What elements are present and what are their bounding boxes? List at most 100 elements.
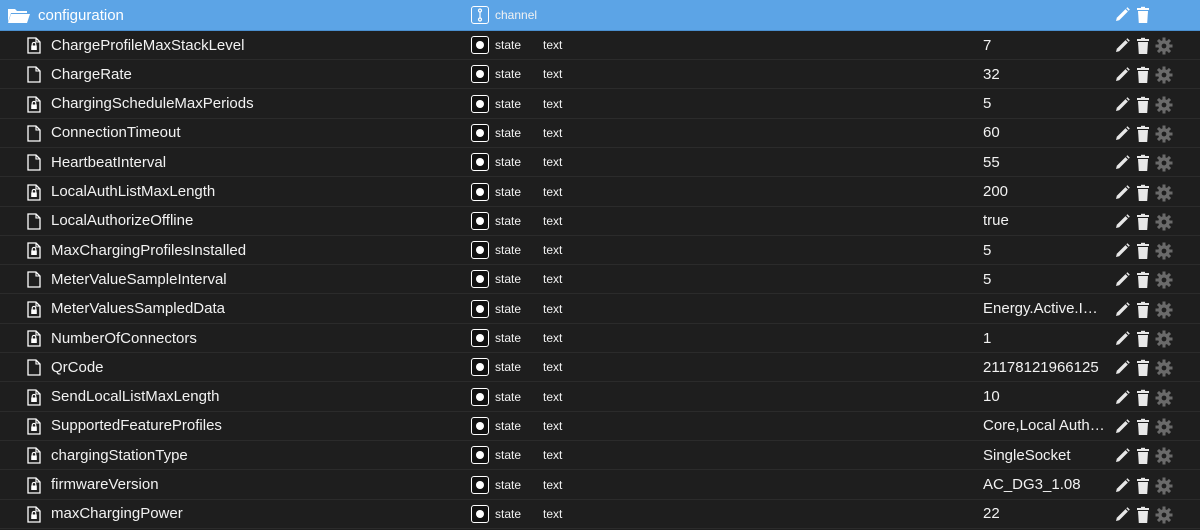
tree-row-meter-value-sample-interval[interactable]: MeterValueSampleInterval state text 5 bbox=[0, 265, 1200, 295]
pencil-icon[interactable] bbox=[1113, 96, 1131, 114]
state-value[interactable]: 1 bbox=[983, 330, 1107, 347]
trash-icon[interactable] bbox=[1134, 37, 1152, 55]
file-lock-icon bbox=[27, 37, 41, 54]
state-value[interactable]: true bbox=[983, 212, 1107, 229]
state-type-icon bbox=[471, 416, 489, 435]
state-value[interactable]: Energy.Active.Im... bbox=[983, 300, 1107, 317]
state-value[interactable]: Core,Local Auth L... bbox=[983, 417, 1107, 434]
gear-icon[interactable] bbox=[1155, 184, 1173, 202]
tree-row-charge-rate[interactable]: ChargeRate state text 32 bbox=[0, 60, 1200, 90]
pencil-icon[interactable] bbox=[1113, 213, 1131, 231]
gear-icon[interactable] bbox=[1155, 359, 1173, 377]
trash-icon[interactable] bbox=[1134, 213, 1152, 231]
gear-icon[interactable] bbox=[1155, 125, 1173, 143]
tree-row-send-local-list-max-length[interactable]: SendLocalListMaxLength state text 10 bbox=[0, 383, 1200, 412]
pencil-icon[interactable] bbox=[1113, 301, 1131, 319]
trash-icon[interactable] bbox=[1134, 184, 1152, 202]
state-name: QrCode bbox=[51, 358, 104, 376]
state-value[interactable]: 7 bbox=[983, 37, 1107, 54]
tree-row-max-charging-power[interactable]: maxChargingPower state text 22 bbox=[0, 500, 1200, 529]
trash-icon[interactable] bbox=[1134, 389, 1152, 407]
trash-icon[interactable] bbox=[1134, 242, 1152, 260]
gear-icon[interactable] bbox=[1155, 506, 1173, 524]
trash-icon[interactable] bbox=[1134, 359, 1152, 377]
pencil-icon[interactable] bbox=[1113, 184, 1131, 202]
trash-icon[interactable] bbox=[1134, 447, 1152, 465]
row-actions bbox=[1113, 154, 1173, 172]
pencil-icon[interactable] bbox=[1113, 447, 1131, 465]
pencil-icon[interactable] bbox=[1113, 37, 1131, 55]
file-lock-icon bbox=[27, 95, 41, 113]
trash-icon[interactable] bbox=[1134, 66, 1152, 84]
tree-row-charge-profile-max-stack-level[interactable]: ChargeProfileMaxStackLevel state text 7 bbox=[0, 31, 1200, 60]
state-value[interactable]: AC_DG3_1.08 bbox=[983, 476, 1107, 493]
pencil-icon[interactable] bbox=[1113, 477, 1131, 495]
pencil-icon[interactable] bbox=[1113, 418, 1131, 436]
gear-icon[interactable] bbox=[1155, 447, 1173, 465]
trash-icon[interactable] bbox=[1134, 506, 1152, 524]
state-name: ChargingScheduleMaxPeriods bbox=[51, 95, 254, 113]
gear-icon[interactable] bbox=[1155, 301, 1173, 319]
tree-row-configuration[interactable]: configuration channel bbox=[0, 0, 1200, 31]
state-value[interactable]: 60 bbox=[983, 124, 1107, 141]
pencil-icon[interactable] bbox=[1113, 271, 1131, 289]
state-value[interactable]: 22 bbox=[983, 505, 1107, 522]
gear-icon[interactable] bbox=[1155, 154, 1173, 172]
tree-row-charging-schedule-max-periods[interactable]: ChargingScheduleMaxPeriods state text 5 bbox=[0, 90, 1200, 119]
pencil-icon[interactable] bbox=[1113, 389, 1131, 407]
state-value[interactable]: 5 bbox=[983, 95, 1107, 112]
tree-row-local-auth-list-max-length[interactable]: LocalAuthListMaxLength state text 200 bbox=[0, 178, 1200, 207]
state-value[interactable]: 55 bbox=[983, 154, 1107, 171]
pencil-icon[interactable] bbox=[1113, 6, 1131, 24]
state-value[interactable]: 21178121966125 bbox=[983, 359, 1107, 376]
state-role: text bbox=[543, 213, 563, 228]
gear-icon[interactable] bbox=[1155, 37, 1173, 55]
tree-row-meter-values-sampled-data[interactable]: MeterValuesSampledData state text Energy.Ac… bbox=[0, 295, 1200, 324]
trash-icon[interactable] bbox=[1134, 154, 1152, 172]
gear-icon[interactable] bbox=[1155, 330, 1173, 348]
state-type-label: state bbox=[495, 96, 522, 111]
gear-icon[interactable] bbox=[1155, 242, 1173, 260]
pencil-icon[interactable] bbox=[1113, 506, 1131, 524]
pencil-icon[interactable] bbox=[1113, 66, 1131, 84]
state-role: text bbox=[543, 331, 563, 345]
gear-icon[interactable] bbox=[1155, 213, 1173, 231]
tree-row-connection-timeout[interactable]: ConnectionTimeout state text 60 bbox=[0, 119, 1200, 148]
state-value[interactable]: SingleSocket bbox=[983, 447, 1107, 464]
tree-row-charging-station-type[interactable]: chargingStationType state text SingleSocket bbox=[0, 441, 1200, 471]
tree-row-max-charging-profiles-installed[interactable]: MaxChargingProfilesInstalled state text 5 bbox=[0, 236, 1200, 266]
tree-row-qr-code[interactable]: QrCode state text 21178121966125 bbox=[0, 353, 1200, 383]
trash-icon[interactable] bbox=[1134, 477, 1152, 495]
trash-icon[interactable] bbox=[1134, 301, 1152, 319]
tree-row-supported-feature-profiles[interactable]: SupportedFeatureProfiles state text Core,Lo… bbox=[0, 412, 1200, 441]
folder-open-icon[interactable] bbox=[7, 7, 31, 24]
trash-icon[interactable] bbox=[1134, 6, 1152, 24]
gear-icon[interactable] bbox=[1155, 271, 1173, 289]
gear-icon[interactable] bbox=[1155, 96, 1173, 114]
pencil-icon[interactable] bbox=[1113, 125, 1131, 143]
tree-row-local-authorize-offline[interactable]: LocalAuthorizeOffline state text true bbox=[0, 207, 1200, 236]
trash-icon[interactable] bbox=[1134, 330, 1152, 348]
trash-icon[interactable] bbox=[1134, 125, 1152, 143]
tree-row-firmware-version[interactable]: firmwareVersion state text AC_DG3_1.08 bbox=[0, 471, 1200, 500]
trash-icon[interactable] bbox=[1134, 271, 1152, 289]
state-value[interactable]: 5 bbox=[983, 242, 1107, 259]
gear-icon[interactable] bbox=[1155, 66, 1173, 84]
state-role: text bbox=[543, 389, 563, 404]
trash-icon[interactable] bbox=[1134, 96, 1152, 114]
tree-row-heartbeat-interval[interactable]: HeartbeatInterval state text 55 bbox=[0, 148, 1200, 178]
pencil-icon[interactable] bbox=[1113, 330, 1131, 348]
trash-icon[interactable] bbox=[1134, 418, 1152, 436]
state-value[interactable]: 200 bbox=[983, 183, 1107, 200]
gear-icon[interactable] bbox=[1155, 418, 1173, 436]
gear-icon[interactable] bbox=[1155, 477, 1173, 495]
state-value[interactable]: 10 bbox=[983, 388, 1107, 405]
tree-row-number-of-connectors[interactable]: NumberOfConnectors state text 1 bbox=[0, 324, 1200, 353]
state-role: text bbox=[543, 243, 563, 258]
pencil-icon[interactable] bbox=[1113, 154, 1131, 172]
pencil-icon[interactable] bbox=[1113, 359, 1131, 377]
gear-icon[interactable] bbox=[1155, 389, 1173, 407]
state-value[interactable]: 5 bbox=[983, 271, 1107, 288]
pencil-icon[interactable] bbox=[1113, 242, 1131, 260]
state-value[interactable]: 32 bbox=[983, 66, 1107, 83]
